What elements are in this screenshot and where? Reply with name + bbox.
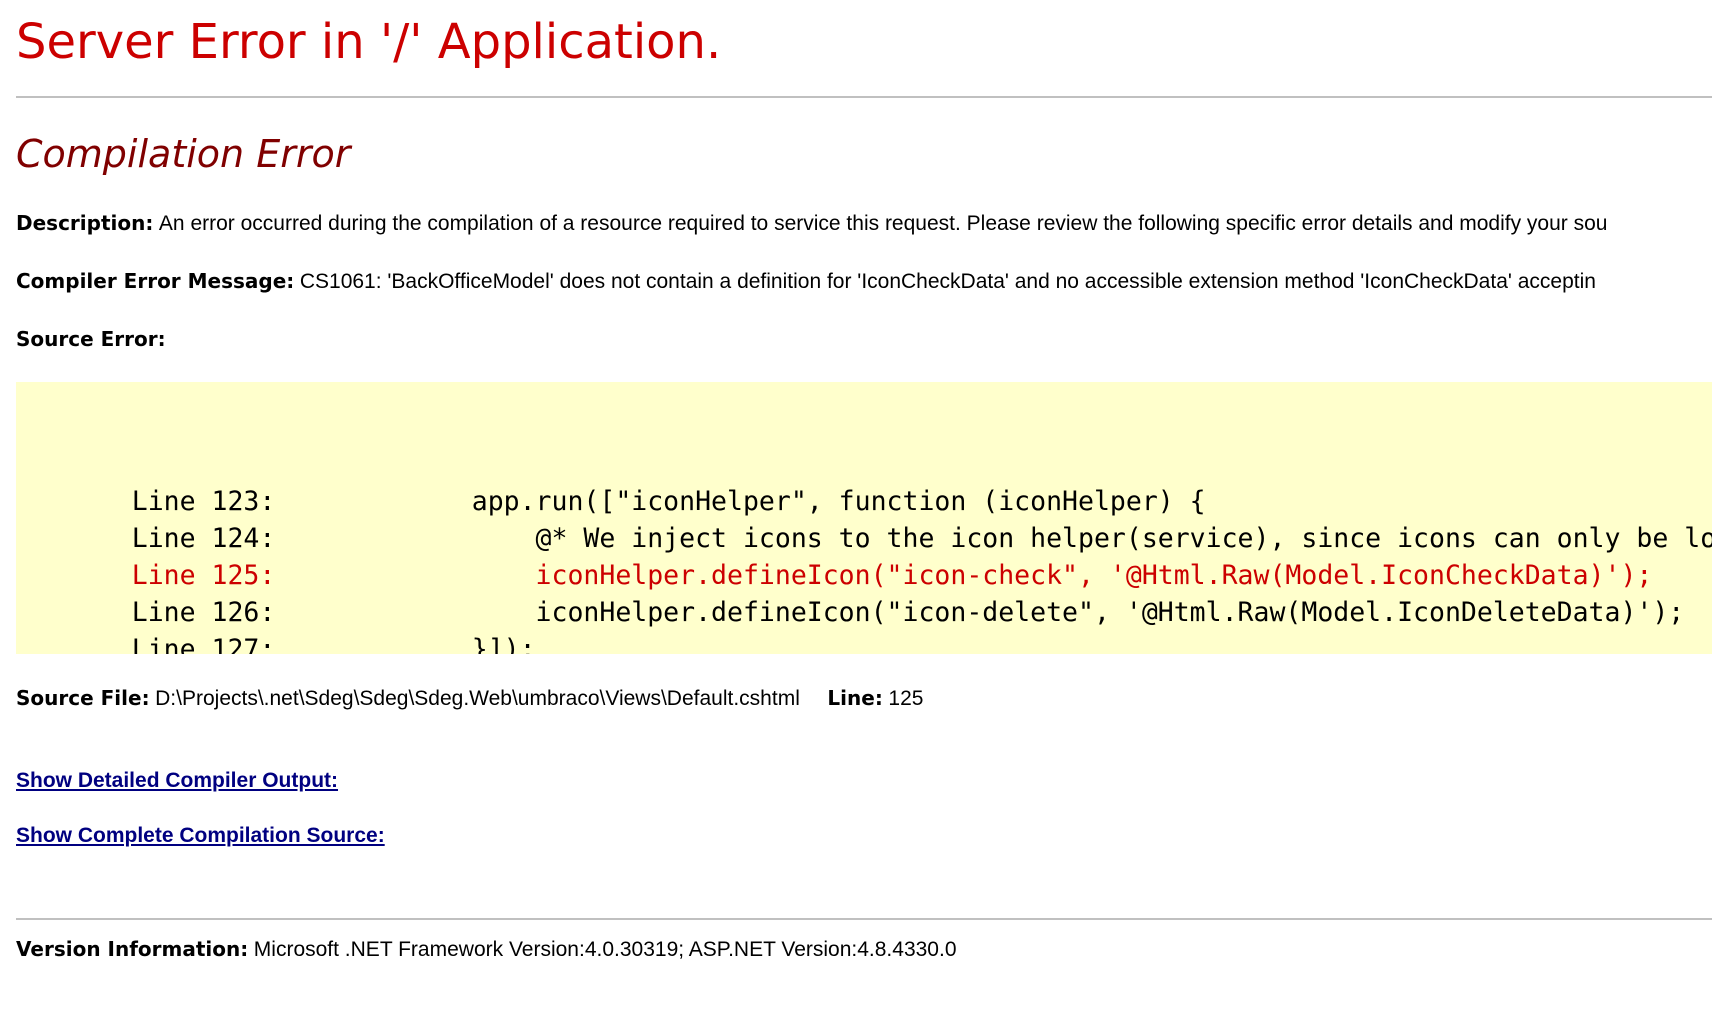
code-line-number: Line 127: <box>131 634 276 654</box>
source-file-row: Source File: D:\Projects\.net\Sdeg\Sdeg\… <box>16 685 923 712</box>
source-file-label: Source File: <box>16 686 150 710</box>
error-page: Server Error in '/' Application. Compila… <box>0 0 1712 1032</box>
source-line-value: 125 <box>888 687 924 710</box>
source-code-block: Line 123: app.run(["iconHelper", function… <box>16 382 1712 654</box>
source-file-path: D:\Projects\.net\Sdeg\Sdeg\Sdeg.Web\umbr… <box>155 687 800 710</box>
error-subtitle: Compilation Error <box>16 132 351 176</box>
description-row: Description: An error occurred during th… <box>16 210 1607 237</box>
source-error-row: Source Error: <box>16 326 166 353</box>
version-label: Version Information: <box>16 937 249 961</box>
code-line-text: iconHelper.defineIcon("icon-delete", '@H… <box>471 597 1685 628</box>
divider-top <box>16 96 1712 98</box>
compiler-error-label: Compiler Error Message: <box>16 269 295 293</box>
version-row: Version Information: Microsoft .NET Fram… <box>16 936 957 963</box>
show-complete-compilation-source-link[interactable]: Show Complete Compilation Source: <box>16 824 385 848</box>
source-error-label: Source Error: <box>16 327 166 351</box>
description-label: Description: <box>16 211 154 235</box>
page-title: Server Error in '/' Application. <box>16 14 722 70</box>
code-line-127: Line 127:}]); <box>36 594 536 654</box>
compiler-error-row: Compiler Error Message: CS1061: 'BackOff… <box>16 268 1596 295</box>
description-text: An error occurred during the compilation… <box>158 212 1608 235</box>
code-line-text: }]); <box>471 634 536 654</box>
compiler-error-text: CS1061: 'BackOfficeModel' does not conta… <box>299 270 1596 293</box>
show-detailed-compiler-output-link[interactable]: Show Detailed Compiler Output: <box>16 769 338 793</box>
version-text: Microsoft .NET Framework Version:4.0.303… <box>253 938 957 961</box>
source-line-label: Line: <box>827 686 883 710</box>
divider-bottom <box>16 918 1712 920</box>
